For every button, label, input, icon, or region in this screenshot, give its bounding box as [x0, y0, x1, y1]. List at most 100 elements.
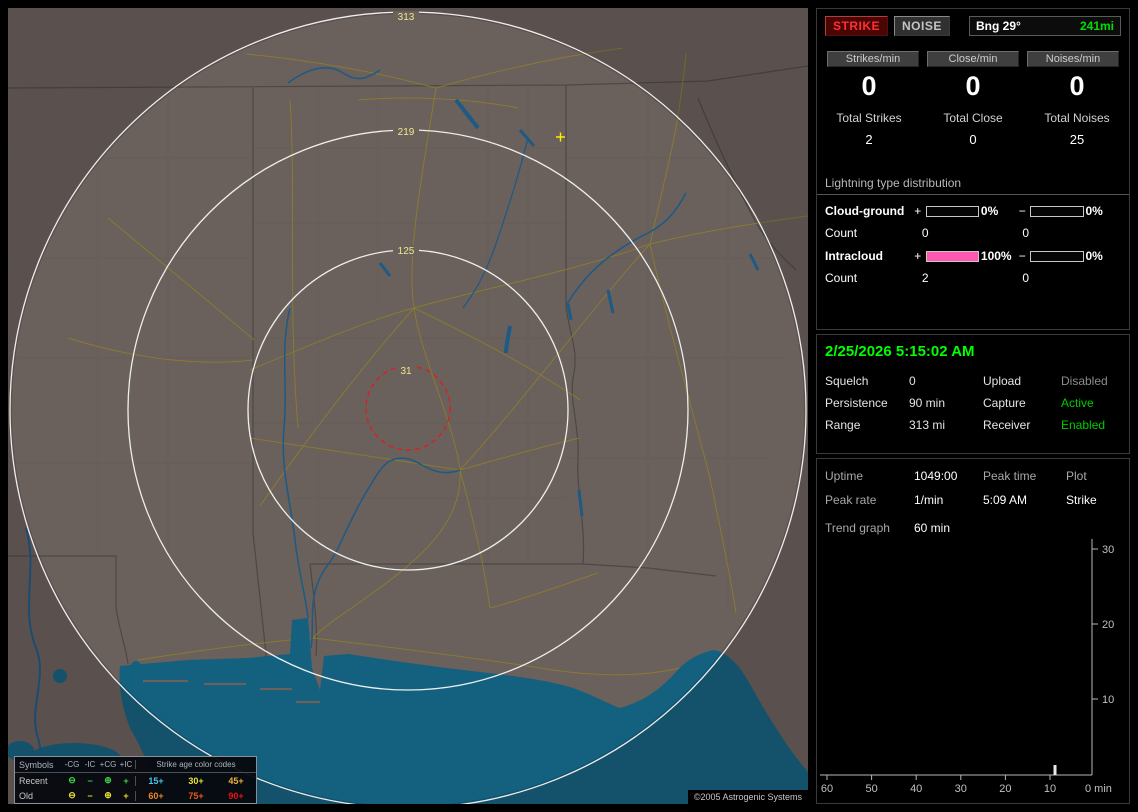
intracloud-label: Intracloud — [825, 249, 884, 263]
total-noises-value: 25 — [1069, 132, 1085, 147]
age-90: 90+ — [228, 790, 244, 801]
trend-graph-value: 60 min — [914, 521, 951, 535]
recent-pos-ic-icon: + — [123, 775, 129, 786]
receiver-section: 2/25/2026 5:15:02 AM Squelch 0 Upload Di… — [816, 334, 1130, 454]
squelch-value: 0 — [909, 374, 916, 388]
x-tick-50: 50 — [865, 783, 877, 795]
persistence-value: 90 min — [909, 396, 946, 410]
capture-status: Active — [1061, 396, 1094, 410]
age-30: 30+ — [188, 775, 204, 786]
copyright-text: ©2005 Astrogenic Systems — [687, 790, 808, 804]
range-value: 313 mi — [909, 418, 946, 432]
legend-age-header: Strike age color codes — [156, 760, 236, 769]
legend-col-neg-ic: -IC — [84, 760, 96, 769]
old-neg-ic-icon: − — [87, 790, 93, 801]
cg-negative-bar — [1030, 205, 1084, 217]
cg-count-label: Count — [825, 226, 858, 240]
receiver-status: Enabled — [1061, 418, 1106, 432]
recent-neg-cg-icon: ⊖ — [68, 775, 76, 785]
upload-label: Upload — [983, 374, 1022, 388]
plot-label: Plot — [1066, 469, 1087, 483]
total-noises-label: Total Noises — [1044, 111, 1110, 125]
y-tick-30: 30 — [1102, 544, 1114, 556]
total-close-value: 0 — [969, 132, 977, 147]
noise-button[interactable]: NOISE — [894, 16, 950, 36]
ic-negative-pct: 0% — [1085, 249, 1103, 263]
status-panel: STRIKE NOISE Bng 29° 241mi Strikes/min C… — [816, 8, 1130, 804]
intracloud-count-row: Count 2 0 — [817, 263, 1129, 285]
minus-sign: − — [1018, 204, 1026, 218]
trend-graph-label: Trend graph — [825, 521, 890, 535]
age-75: 75+ — [188, 790, 204, 801]
legend-recent-label: Recent — [19, 775, 48, 786]
legend-col-pos-cg: +CG — [99, 760, 117, 769]
x-tick-10: 10 — [1044, 783, 1056, 795]
legend-old-label: Old — [19, 790, 34, 801]
map-legend: Symbols -CG -IC +CG +IC Strike age color… — [14, 756, 257, 804]
y-tick-10: 10 — [1102, 694, 1114, 706]
radar-map[interactable]: 313 219 125 31 Symbols -CG -IC +CG +IC S… — [8, 8, 808, 804]
range-label-125: 125 — [398, 246, 415, 257]
x-tick-20: 20 — [999, 783, 1011, 795]
recent-pos-cg-icon: ⊕ — [104, 775, 112, 785]
uptime-value: 1049:00 — [914, 469, 958, 483]
cg-negative-count: 0 — [1022, 226, 1030, 240]
legend-symbols-header: Symbols — [19, 759, 54, 770]
total-strikes-value: 2 — [865, 132, 873, 147]
range-label-313: 313 — [398, 12, 415, 23]
cg-positive-pct: 0% — [980, 204, 999, 218]
trend-section: Uptime 1049:00 Peak time Plot Peak rate … — [816, 458, 1130, 804]
capture-label: Capture — [983, 396, 1026, 410]
total-strikes-label: Total Strikes — [836, 111, 902, 125]
strikes-per-min-button[interactable]: Strikes/min — [827, 51, 919, 67]
peak-time-label: Peak time — [983, 469, 1037, 483]
ic-positive-bar — [925, 250, 979, 262]
strike-button[interactable]: STRIKE — [825, 16, 889, 36]
old-neg-cg-icon: ⊖ — [68, 790, 76, 800]
range-label-31: 31 — [400, 366, 412, 377]
cloud-ground-label: Cloud-ground — [825, 204, 905, 218]
x-tick-30: 30 — [955, 783, 967, 795]
old-pos-cg-icon: ⊕ — [104, 790, 112, 800]
uptime-label: Uptime — [825, 469, 864, 483]
cloud-ground-count-row: Count 0 0 — [817, 218, 1129, 240]
recent-neg-ic-icon: − — [87, 775, 93, 786]
intracloud-row: Intracloud + 100% − 0% — [817, 240, 1129, 263]
trend-tick-marks — [826, 548, 1098, 780]
x-tick-60: 60 — [821, 783, 833, 795]
cg-positive-bar — [925, 205, 979, 217]
cloud-ground-row: Cloud-ground + 0% − 0% — [817, 195, 1129, 218]
peak-rate-value: 1/min — [914, 493, 944, 507]
x-tick-0-min: 0 min — [1085, 783, 1112, 795]
age-15: 15+ — [148, 775, 164, 786]
plot-value: Strike — [1066, 493, 1097, 507]
age-45: 45+ — [228, 775, 244, 786]
peak-time-value: 5:09 AM — [983, 493, 1028, 507]
noises-per-min-value: 0 — [1069, 71, 1085, 101]
trend-graph: 30 20 10 60 50 40 30 20 10 0 min — [820, 539, 1114, 795]
persistence-label: Persistence — [825, 396, 888, 410]
ic-positive-count: 2 — [921, 271, 929, 285]
legend-col-neg-cg: -CG — [64, 760, 80, 769]
x-tick-40: 40 — [910, 783, 922, 795]
counters-section: STRIKE NOISE Bng 29° 241mi Strikes/min C… — [816, 8, 1130, 330]
close-per-min-button[interactable]: Close/min — [927, 51, 1019, 67]
age-60: 60+ — [148, 790, 164, 801]
bearing-distance: 241mi — [1079, 19, 1114, 33]
range-label: Range — [825, 418, 861, 432]
ic-count-label: Count — [825, 271, 858, 285]
bearing-box: Bng 29° 241mi — [969, 16, 1121, 36]
range-label-219: 219 — [398, 127, 415, 138]
ic-negative-count: 0 — [1022, 271, 1030, 285]
squelch-label: Squelch — [825, 374, 869, 388]
peak-rate-label: Peak rate — [825, 493, 877, 507]
trend-axes — [820, 539, 1093, 776]
receiver-label: Receiver — [983, 418, 1031, 432]
close-per-min-value: 0 — [965, 71, 981, 101]
upload-status: Disabled — [1061, 374, 1108, 388]
noises-per-min-button[interactable]: Noises/min — [1027, 51, 1119, 67]
datetime-display: 2/25/2026 5:15:02 AM — [825, 343, 975, 360]
total-close-label: Total Close — [943, 111, 1003, 125]
ic-positive-pct: 100% — [980, 249, 1012, 263]
y-tick-20: 20 — [1102, 619, 1114, 631]
